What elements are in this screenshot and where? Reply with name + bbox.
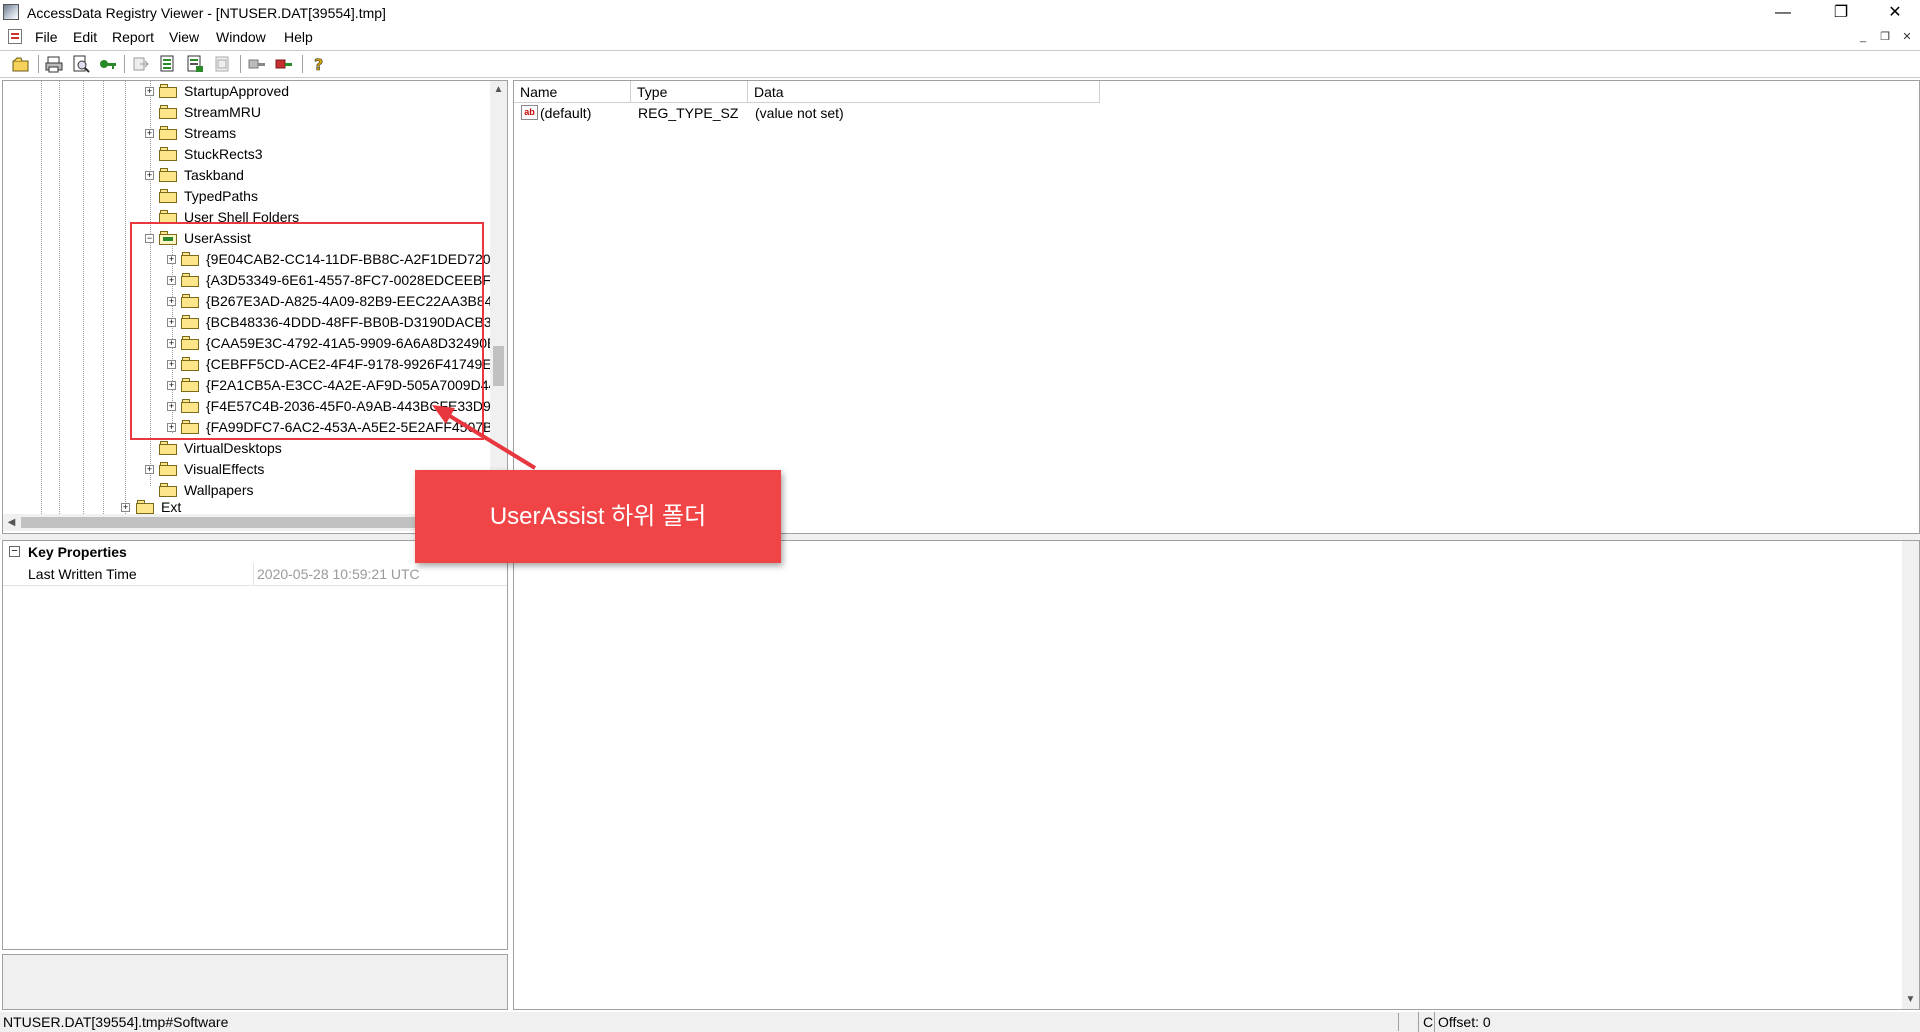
- scroll-up-arrow-icon[interactable]: ▲: [490, 81, 507, 98]
- open-file-icon[interactable]: [12, 55, 30, 73]
- print-preview-icon[interactable]: [72, 55, 90, 73]
- tree-item-label: VirtualDesktops: [184, 440, 282, 456]
- expand-icon[interactable]: +: [145, 465, 154, 474]
- tree-item[interactable]: StreamMRU: [3, 102, 490, 123]
- folder-icon: [159, 168, 177, 182]
- property-column-divider: [253, 563, 254, 585]
- status-panel: [1398, 1013, 1419, 1031]
- close-button[interactable]: ✕: [1872, 0, 1918, 26]
- svg-text:?: ?: [314, 55, 323, 73]
- toolbar-separator: [38, 55, 39, 73]
- expand-icon[interactable]: +: [121, 503, 130, 512]
- property-row[interactable]: Last Written Time 2020-05-28 10:59:21 UT…: [3, 563, 507, 586]
- minimize-button[interactable]: —: [1760, 0, 1806, 26]
- menu-help[interactable]: Help: [284, 29, 313, 45]
- column-header-type[interactable]: Type: [631, 81, 748, 103]
- tree-item-label: TypedPaths: [184, 188, 258, 204]
- folder-icon: [136, 500, 154, 514]
- menu-file[interactable]: File: [35, 29, 58, 45]
- mdi-minimize-button[interactable]: _: [1856, 31, 1870, 44]
- status-offset: Offset: 0: [1434, 1012, 1491, 1032]
- tree-vertical-scrollbar[interactable]: ▲: [490, 81, 507, 514]
- property-label: Last Written Time: [28, 566, 137, 582]
- tree-item-label: StreamMRU: [184, 104, 262, 120]
- property-description-panel: [2, 954, 508, 1010]
- report-add-icon[interactable]: [159, 55, 177, 73]
- value-name[interactable]: (default): [540, 103, 591, 123]
- tree-scroll-thumb[interactable]: [493, 346, 504, 386]
- folder-icon: [159, 189, 177, 203]
- toolbar-separator: [302, 55, 303, 73]
- folder-icon: [159, 126, 177, 140]
- report-view-icon[interactable]: [213, 55, 231, 73]
- app-icon: [3, 4, 19, 20]
- column-header-name[interactable]: Name: [514, 81, 631, 103]
- tree-item-label: VisualEffects: [184, 461, 265, 477]
- collapse-icon[interactable]: −: [9, 546, 20, 557]
- column-header-data[interactable]: Data: [748, 81, 1100, 103]
- data-view-pane[interactable]: ▼: [513, 540, 1920, 1010]
- window-title: AccessData Registry Viewer - [NTUSER.DAT…: [27, 5, 386, 21]
- restore-button[interactable]: ❐: [1818, 0, 1864, 26]
- key-properties-title: Key Properties: [28, 544, 127, 560]
- mdi-close-button[interactable]: ✕: [1900, 31, 1914, 44]
- folder-icon: [159, 84, 177, 98]
- folder-icon: [159, 462, 177, 476]
- menu-view[interactable]: View: [169, 29, 199, 45]
- status-c: C: [1418, 1012, 1433, 1032]
- folder-icon: [159, 483, 177, 497]
- toolbar-separator: [124, 55, 125, 73]
- folder-icon: [159, 105, 177, 119]
- expand-icon[interactable]: +: [145, 129, 154, 138]
- value-type: REG_TYPE_SZ: [638, 105, 739, 121]
- report-icon[interactable]: [186, 55, 204, 73]
- menu-edit[interactable]: Edit: [73, 29, 97, 45]
- tree-item-label: StuckRects3: [184, 146, 263, 162]
- tree-item[interactable]: + Streams: [3, 123, 490, 144]
- expand-icon[interactable]: +: [145, 171, 154, 180]
- status-path: NTUSER.DAT[39554].tmp#Software: [3, 1014, 229, 1030]
- value-data: (value not set): [755, 105, 844, 121]
- annotation-highlight-box: [130, 222, 484, 440]
- tree-item[interactable]: VirtualDesktops: [3, 438, 490, 459]
- help-icon[interactable]: ?: [310, 55, 328, 75]
- folder-icon: [159, 147, 177, 161]
- menu-window[interactable]: Window: [216, 29, 266, 45]
- data-vertical-scrollbar[interactable]: ▼: [1902, 541, 1919, 1009]
- string-value-icon: ab: [521, 105, 538, 120]
- tree-item[interactable]: + StartupApproved: [3, 81, 490, 102]
- tree-item-label: StartupApproved: [184, 83, 290, 99]
- tree-item-label: Streams: [184, 125, 237, 141]
- mdi-restore-button[interactable]: ❐: [1878, 31, 1892, 44]
- key-search-icon[interactable]: [99, 55, 117, 73]
- key-find-icon[interactable]: [248, 55, 266, 73]
- print-icon[interactable]: [45, 55, 63, 73]
- document-icon[interactable]: [8, 29, 22, 44]
- toolbar-separator: [240, 55, 241, 73]
- annotation-callout: UserAssist 하위 폴더: [415, 470, 781, 563]
- folder-icon: [159, 441, 177, 455]
- status-bar: NTUSER.DAT[39554].tmp#Software C Offset:…: [0, 1012, 1920, 1032]
- toolbar: ?: [0, 50, 1920, 78]
- values-list-pane[interactable]: Name Type Data ab (default) REG_TYPE_SZ …: [513, 80, 1920, 534]
- export-icon[interactable]: [132, 55, 150, 73]
- tree-hscroll-thumb[interactable]: [21, 517, 441, 528]
- menu-report[interactable]: Report: [112, 29, 154, 45]
- scroll-left-arrow-icon[interactable]: ◀: [3, 514, 20, 531]
- expand-icon[interactable]: +: [145, 87, 154, 96]
- menu-bar: File Edit Report View Window Help _ ❐ ✕: [0, 26, 1920, 48]
- tree-item[interactable]: + Taskband: [3, 165, 490, 186]
- tree-item-label: Taskband: [184, 167, 244, 183]
- key-delete-icon[interactable]: [275, 55, 293, 73]
- tree-item[interactable]: StuckRects3: [3, 144, 490, 165]
- key-properties-pane: − Key Properties Last Written Time 2020-…: [2, 540, 508, 950]
- tree-item[interactable]: TypedPaths: [3, 186, 490, 207]
- scroll-down-arrow-icon[interactable]: ▼: [1902, 991, 1919, 1008]
- title-bar: AccessData Registry Viewer - [NTUSER.DAT…: [0, 0, 1920, 26]
- property-value: 2020-05-28 10:59:21 UTC: [257, 566, 420, 582]
